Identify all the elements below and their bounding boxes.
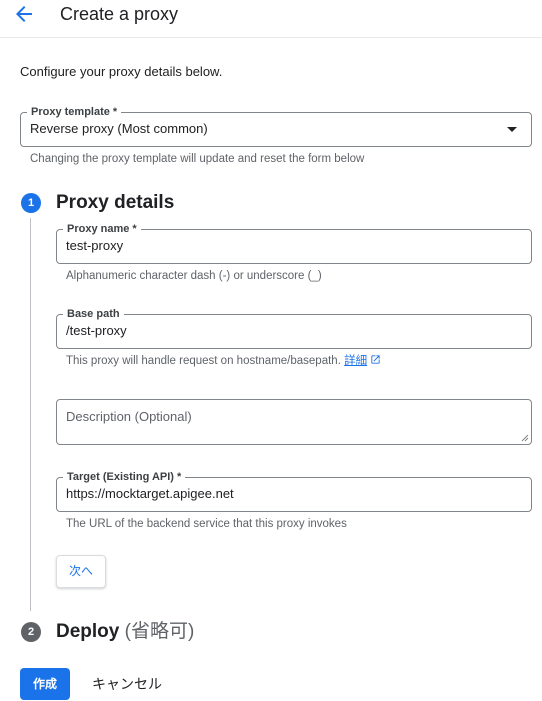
next-button[interactable]: 次へ xyxy=(56,555,106,588)
proxy-name-value: test-proxy xyxy=(66,238,124,253)
target-hint: The URL of the backend service that this… xyxy=(66,518,347,530)
proxy-template-label: Proxy template * xyxy=(27,105,122,119)
base-path-hint: This proxy will handle request on hostna… xyxy=(66,354,381,368)
target-value: https://mocktarget.apigee.net xyxy=(66,486,234,501)
base-path-hint-text: This proxy will handle request on hostna… xyxy=(66,355,341,367)
target-field[interactable]: Target (Existing API) * https://mocktarg… xyxy=(56,470,532,512)
step-2-badge: 2 xyxy=(21,622,41,642)
create-button[interactable]: 作成 xyxy=(20,668,70,700)
details-link[interactable]: 詳細 xyxy=(344,355,367,367)
proxy-template-hint: Changing the proxy template will update … xyxy=(30,153,365,165)
header-bar: Create a proxy xyxy=(0,0,542,38)
description-textarea[interactable]: Description (Optional) xyxy=(56,399,532,445)
step-2-optional: (省略可) xyxy=(124,621,195,642)
step-2-title[interactable]: Deploy (省略可) xyxy=(56,620,194,644)
proxy-name-hint: Alphanumeric character dash (-) or under… xyxy=(66,270,322,282)
step-2-title-text: Deploy xyxy=(56,621,120,642)
step-1-badge: 1 xyxy=(21,193,41,213)
back-arrow-icon[interactable] xyxy=(12,2,36,26)
base-path-value: /test-proxy xyxy=(66,323,127,338)
page-title: Create a proxy xyxy=(60,4,179,24)
step-1-title: Proxy details xyxy=(56,191,174,215)
proxy-name-label: Proxy name * xyxy=(63,222,141,236)
base-path-label: Base path xyxy=(63,307,124,321)
dropdown-arrow-icon xyxy=(507,127,517,132)
proxy-name-field[interactable]: Proxy name * test-proxy xyxy=(56,222,532,264)
proxy-template-select[interactable]: Proxy template * Reverse proxy (Most com… xyxy=(20,105,532,147)
step-1-title-text: Proxy details xyxy=(56,192,175,213)
external-link-icon[interactable] xyxy=(370,354,381,365)
base-path-field[interactable]: Base path /test-proxy xyxy=(56,307,532,349)
proxy-template-value: Reverse proxy (Most common) xyxy=(30,121,208,136)
step-connector-line xyxy=(30,218,31,611)
cancel-button[interactable]: キャンセル xyxy=(84,668,170,700)
description-placeholder: Description (Optional) xyxy=(66,409,192,424)
resize-grip-icon[interactable] xyxy=(519,432,529,442)
target-label: Target (Existing API) * xyxy=(63,470,186,484)
intro-text: Configure your proxy details below. xyxy=(20,64,223,79)
